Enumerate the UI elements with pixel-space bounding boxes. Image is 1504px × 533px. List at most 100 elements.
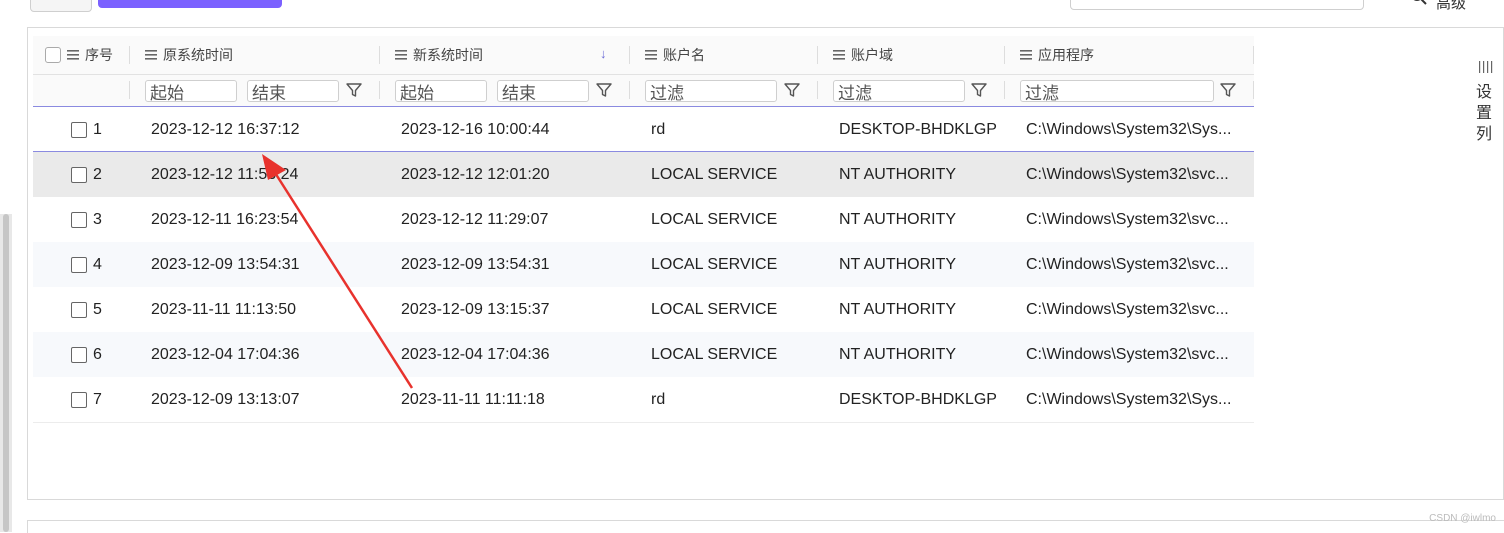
- search-icon[interactable]: [1410, 0, 1428, 6]
- seq-cell[interactable]: 1: [71, 107, 102, 152]
- filter-icon[interactable]: [783, 81, 801, 99]
- orig-time-cell: 2023-11-11 11:13:50: [151, 300, 297, 318]
- header-label: 新系统时间: [413, 47, 483, 63]
- row-checkbox[interactable]: [71, 346, 87, 363]
- account-cell: rd: [651, 120, 666, 138]
- table-row[interactable]: 7 2023-12-09 13:13:07 2023-11-11 11:11:1…: [33, 377, 1254, 423]
- seq-cell[interactable]: 2: [71, 152, 102, 197]
- domain-cell: NT AUTHORITY: [839, 210, 957, 228]
- seq-text: 6: [93, 345, 102, 363]
- column-divider[interactable]: [817, 46, 818, 64]
- new-time-cell: 2023-12-09 13:15:37: [401, 300, 550, 318]
- seq-cell[interactable]: 7: [71, 377, 102, 422]
- column-divider: [629, 81, 630, 99]
- data-table: 序号 原系统时间 新系统时间 ↓ 账户名 账户域 应用程序 起始 结束 起始 结…: [27, 27, 1471, 500]
- seq-cell[interactable]: 5: [71, 287, 102, 332]
- app-cell: C:\Windows\System32\svc...: [1026, 300, 1229, 318]
- seq-text: 7: [93, 390, 102, 408]
- select-all-checkbox[interactable]: [45, 47, 61, 63]
- app-cell: C:\Windows\System32\svc...: [1026, 345, 1229, 363]
- list-icon[interactable]: [1020, 50, 1032, 60]
- row-checkbox[interactable]: [71, 256, 87, 273]
- orig-time-start-filter[interactable]: 起始: [145, 80, 237, 103]
- sort-desc-icon[interactable]: ↓: [600, 46, 607, 61]
- column-settings-label[interactable]: 设 置 列: [1473, 82, 1495, 145]
- new-time-start-filter[interactable]: 起始: [395, 80, 487, 103]
- orig-time-cell: 2023-12-09 13:13:07: [151, 390, 300, 408]
- new-time-cell: 2023-12-12 12:01:20: [401, 165, 550, 183]
- account-cell: LOCAL SERVICE: [651, 300, 778, 318]
- column-settings-char: 列: [1475, 126, 1492, 143]
- column-divider[interactable]: [379, 46, 380, 64]
- new-time-cell: 2023-12-16 10:00:44: [401, 120, 550, 138]
- list-icon[interactable]: [145, 50, 157, 60]
- domain-cell: NT AUTHORITY: [839, 300, 957, 318]
- column-divider[interactable]: [1253, 46, 1254, 64]
- filter-icon[interactable]: [1219, 81, 1237, 99]
- row-checkbox[interactable]: [71, 391, 87, 408]
- table-row[interactable]: 5 2023-11-11 11:13:50 2023-12-09 13:15:3…: [33, 287, 1254, 333]
- list-icon[interactable]: [395, 50, 407, 60]
- orig-time-cell: 2023-12-12 11:53:24: [151, 165, 299, 183]
- account-cell: rd: [651, 390, 666, 408]
- domain-cell: NT AUTHORITY: [839, 255, 957, 273]
- row-checkbox[interactable]: [71, 211, 87, 228]
- seq-cell[interactable]: 4: [71, 242, 102, 287]
- app-cell: C:\Windows\System32\Sys...: [1026, 120, 1232, 138]
- table-row[interactable]: 2 2023-12-12 11:53:24 2023-12-12 12:01:2…: [33, 151, 1254, 198]
- column-divider[interactable]: [1004, 46, 1005, 64]
- row-checkbox[interactable]: [71, 121, 87, 138]
- filter-row: 起始 结束 起始 结束 过滤 过滤 过滤: [33, 75, 1254, 108]
- account-filter-input[interactable]: 过滤: [645, 80, 777, 103]
- header-label: 原系统时间: [163, 47, 233, 63]
- toolbar-primary-button[interactable]: [98, 0, 282, 8]
- domain-filter-input[interactable]: 过滤: [833, 80, 965, 103]
- orig-time-cell: 2023-12-04 17:04:36: [151, 345, 300, 363]
- toolbar-button-1[interactable]: [30, 0, 92, 12]
- app-filter-input[interactable]: 过滤: [1020, 80, 1214, 103]
- list-icon[interactable]: [67, 50, 79, 60]
- column-divider: [1253, 81, 1254, 99]
- seq-text: 1: [93, 120, 102, 138]
- advanced-search-label[interactable]: 高级: [1436, 0, 1466, 13]
- list-icon[interactable]: [833, 50, 845, 60]
- column-settings-panel[interactable]: 设 置 列: [1469, 27, 1504, 500]
- header-app[interactable]: 应用程序: [1020, 36, 1094, 74]
- header-label: 序号: [85, 47, 113, 63]
- new-time-cell: 2023-12-12 11:29:07: [401, 210, 549, 228]
- header-label: 应用程序: [1038, 47, 1094, 63]
- table-row[interactable]: 6 2023-12-04 17:04:36 2023-12-04 17:04:3…: [33, 332, 1254, 378]
- page-scrollbar[interactable]: [0, 214, 12, 532]
- column-divider: [1004, 81, 1005, 99]
- table-row[interactable]: 1 2023-12-12 16:37:12 2023-12-16 10:00:4…: [33, 107, 1254, 153]
- table-row[interactable]: 4 2023-12-09 13:54:31 2023-12-09 13:54:3…: [33, 242, 1254, 288]
- filter-icon[interactable]: [345, 81, 363, 99]
- app-cell: C:\Windows\System32\svc...: [1026, 165, 1229, 183]
- header-account[interactable]: 账户名: [645, 36, 705, 74]
- header-orig-time[interactable]: 原系统时间: [145, 36, 233, 74]
- column-divider: [817, 81, 818, 99]
- domain-cell: DESKTOP-BHDKLGP: [839, 120, 997, 138]
- search-input[interactable]: [1070, 0, 1364, 10]
- columns-icon[interactable]: [1477, 60, 1493, 74]
- column-settings-char: 置: [1475, 105, 1492, 122]
- seq-cell[interactable]: 3: [71, 197, 102, 242]
- page-scrollbar-thumb[interactable]: [3, 214, 9, 532]
- row-checkbox[interactable]: [71, 301, 87, 318]
- app-cell: C:\Windows\System32\svc...: [1026, 210, 1229, 228]
- orig-time-cell: 2023-12-09 13:54:31: [151, 255, 300, 273]
- table-row[interactable]: 3 2023-12-11 16:23:54 2023-12-12 11:29:0…: [33, 197, 1254, 243]
- row-checkbox[interactable]: [71, 166, 87, 183]
- header-seq[interactable]: 序号: [45, 36, 113, 74]
- column-divider[interactable]: [629, 46, 630, 64]
- new-time-end-filter[interactable]: 结束: [497, 80, 589, 103]
- header-new-time[interactable]: 新系统时间: [395, 36, 483, 74]
- orig-time-cell: 2023-12-11 16:23:54: [151, 210, 299, 228]
- column-divider[interactable]: [129, 46, 130, 64]
- filter-icon[interactable]: [970, 81, 988, 99]
- filter-icon[interactable]: [595, 81, 613, 99]
- seq-cell[interactable]: 6: [71, 332, 102, 377]
- list-icon[interactable]: [645, 50, 657, 60]
- header-domain[interactable]: 账户域: [833, 36, 893, 74]
- orig-time-end-filter[interactable]: 结束: [247, 80, 339, 103]
